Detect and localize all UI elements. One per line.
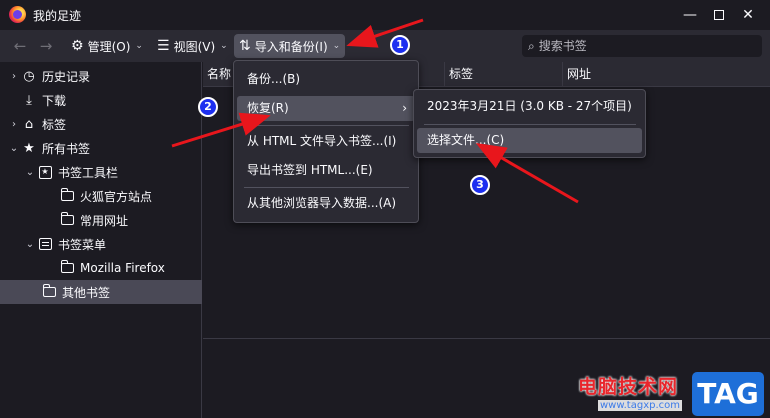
back-arrow-icon[interactable]: ←: [11, 38, 29, 54]
menu-item-label: 恢复(R): [247, 101, 289, 115]
menu-separator: [244, 187, 409, 188]
submenu-item-backup-date[interactable]: 2023年3月21日 (3.0 KB - 27个项目): [417, 94, 642, 119]
clock-icon: ◷: [23, 68, 35, 84]
library-sidebar: › ◷ 历史记录 ⤓ 下载 › ⌂ 标签 ⌄ ★ 所有书签 ⌄ ★ 书签工具栏 …: [0, 62, 202, 418]
view-button[interactable]: ☰ 视图(V) ⌄: [152, 34, 233, 58]
minimize-button[interactable]: —: [676, 4, 704, 26]
step-badge-3: 3: [470, 175, 490, 195]
sidebar-item-label: 其他书签: [62, 285, 111, 300]
bookmarks-toolbar-icon: ★: [36, 165, 54, 180]
submenu-item-choose-file[interactable]: 选择文件...(C): [417, 128, 642, 153]
sort-arrows-icon: ⇅: [239, 38, 251, 54]
step-badge-2: 2: [198, 97, 218, 117]
site-watermark: 电脑技术网 www.tagxp.com TAG: [578, 370, 770, 418]
column-name-header[interactable]: 名称: [203, 62, 231, 87]
title-bar: 我的足迹 — ✕: [0, 0, 770, 30]
sidebar-item-history[interactable]: › ◷ 历史记录: [0, 64, 202, 88]
sidebar-item-mozilla-firefox[interactable]: Mozilla Firefox: [0, 256, 202, 280]
forward-arrow-icon[interactable]: →: [37, 38, 55, 54]
watermark-text: 电脑技术网: [578, 376, 679, 398]
folder-icon: [58, 188, 76, 204]
bookmarks-menu-icon: [36, 237, 54, 252]
sidebar-item-label: 标签: [42, 117, 67, 132]
search-icon: ⌕: [528, 38, 535, 53]
chevron-down-icon: ⌄: [220, 41, 228, 51]
sidebar-item-downloads[interactable]: ⤓ 下载: [0, 88, 202, 112]
details-pane-divider[interactable]: [203, 338, 770, 339]
chevron-down-icon: ⌄: [332, 41, 341, 51]
import-backup-label: 导入和备份(I): [254, 39, 328, 54]
import-backup-menu: 备份...(B) 恢复(R) › 从 HTML 文件导入书签...(I) 导出书…: [233, 60, 419, 223]
sidebar-item-common-sites[interactable]: 常用网址: [0, 208, 202, 232]
window-title: 我的足迹: [33, 9, 82, 23]
chevron-down-icon[interactable]: ⌄: [24, 239, 36, 250]
folder-icon: [58, 212, 76, 228]
sidebar-item-label: 常用网址: [80, 213, 129, 228]
close-button[interactable]: ✕: [734, 4, 762, 26]
star-icon: ★: [23, 140, 35, 156]
view-label: 视图(V): [173, 39, 216, 54]
sidebar-item-firefox-sites[interactable]: 火狐官方站点: [0, 184, 202, 208]
firefox-logo-icon: [9, 6, 26, 23]
maximize-icon: [714, 10, 724, 20]
column-tags-header[interactable]: 标签: [444, 62, 562, 87]
sidebar-item-label: 书签菜单: [58, 237, 107, 252]
sidebar-item-other-bookmarks[interactable]: 其他书签: [0, 280, 202, 304]
download-icon: ⤓: [26, 92, 32, 108]
list-view-icon: ☰: [157, 38, 170, 54]
menu-separator: [424, 124, 636, 125]
restore-submenu: 2023年3月21日 (3.0 KB - 27个项目) 选择文件...(C): [413, 89, 646, 158]
sidebar-item-label: 火狐官方站点: [80, 189, 153, 204]
sidebar-item-tags[interactable]: › ⌂ 标签: [0, 112, 202, 136]
maximize-button[interactable]: [705, 4, 733, 26]
manage-button[interactable]: ⚙ 管理(O) ⌄: [66, 34, 148, 58]
menu-item-import-other-browser[interactable]: 从其他浏览器导入数据...(A): [237, 191, 415, 216]
sidebar-item-label: 历史记录: [42, 69, 91, 84]
step-badge-1: 1: [390, 35, 410, 55]
gear-icon: ⚙: [71, 38, 84, 54]
chevron-right-icon: ›: [402, 101, 407, 115]
sidebar-item-label: 书签工具栏: [58, 165, 119, 180]
menu-item-import-html[interactable]: 从 HTML 文件导入书签...(I): [237, 129, 415, 154]
sidebar-item-bookmarks-toolbar[interactable]: ⌄ ★ 书签工具栏: [0, 160, 202, 184]
sidebar-item-bookmarks-menu[interactable]: ⌄ 书签菜单: [0, 232, 202, 256]
import-backup-button[interactable]: ⇅ 导入和备份(I) ⌄: [234, 34, 346, 58]
folder-icon: [40, 284, 58, 300]
menu-separator: [244, 125, 409, 126]
sidebar-item-all-bookmarks[interactable]: ⌄ ★ 所有书签: [0, 136, 202, 160]
chevron-down-icon[interactable]: ⌄: [24, 167, 36, 178]
chevron-down-icon: ⌄: [135, 41, 143, 51]
tag-icon: ⌂: [24, 116, 34, 132]
watermark-url: www.tagxp.com: [598, 400, 682, 411]
menu-item-export-html[interactable]: 导出书签到 HTML...(E): [237, 158, 415, 183]
chevron-down-icon[interactable]: ⌄: [8, 143, 20, 154]
sidebar-item-label: 所有书签: [42, 141, 91, 156]
library-toolbar: ← → ⚙ 管理(O) ⌄ ☰ 视图(V) ⌄ ⇅ 导入和备份(I) ⌄ ⌕: [0, 30, 770, 62]
bookmark-search-box[interactable]: ⌕: [522, 35, 762, 57]
sidebar-item-label: Mozilla Firefox: [80, 261, 165, 275]
search-input[interactable]: [538, 39, 739, 53]
folder-icon: [58, 260, 76, 276]
menu-item-restore[interactable]: 恢复(R) ›: [237, 96, 415, 121]
manage-label: 管理(O): [87, 39, 131, 54]
watermark-tag-logo: TAG: [692, 372, 764, 416]
menu-item-backup[interactable]: 备份...(B): [237, 67, 415, 92]
column-url-header[interactable]: 网址: [562, 62, 770, 87]
chevron-right-icon[interactable]: ›: [8, 71, 20, 82]
chevron-right-icon[interactable]: ›: [8, 119, 20, 130]
sidebar-item-label: 下载: [42, 93, 67, 108]
